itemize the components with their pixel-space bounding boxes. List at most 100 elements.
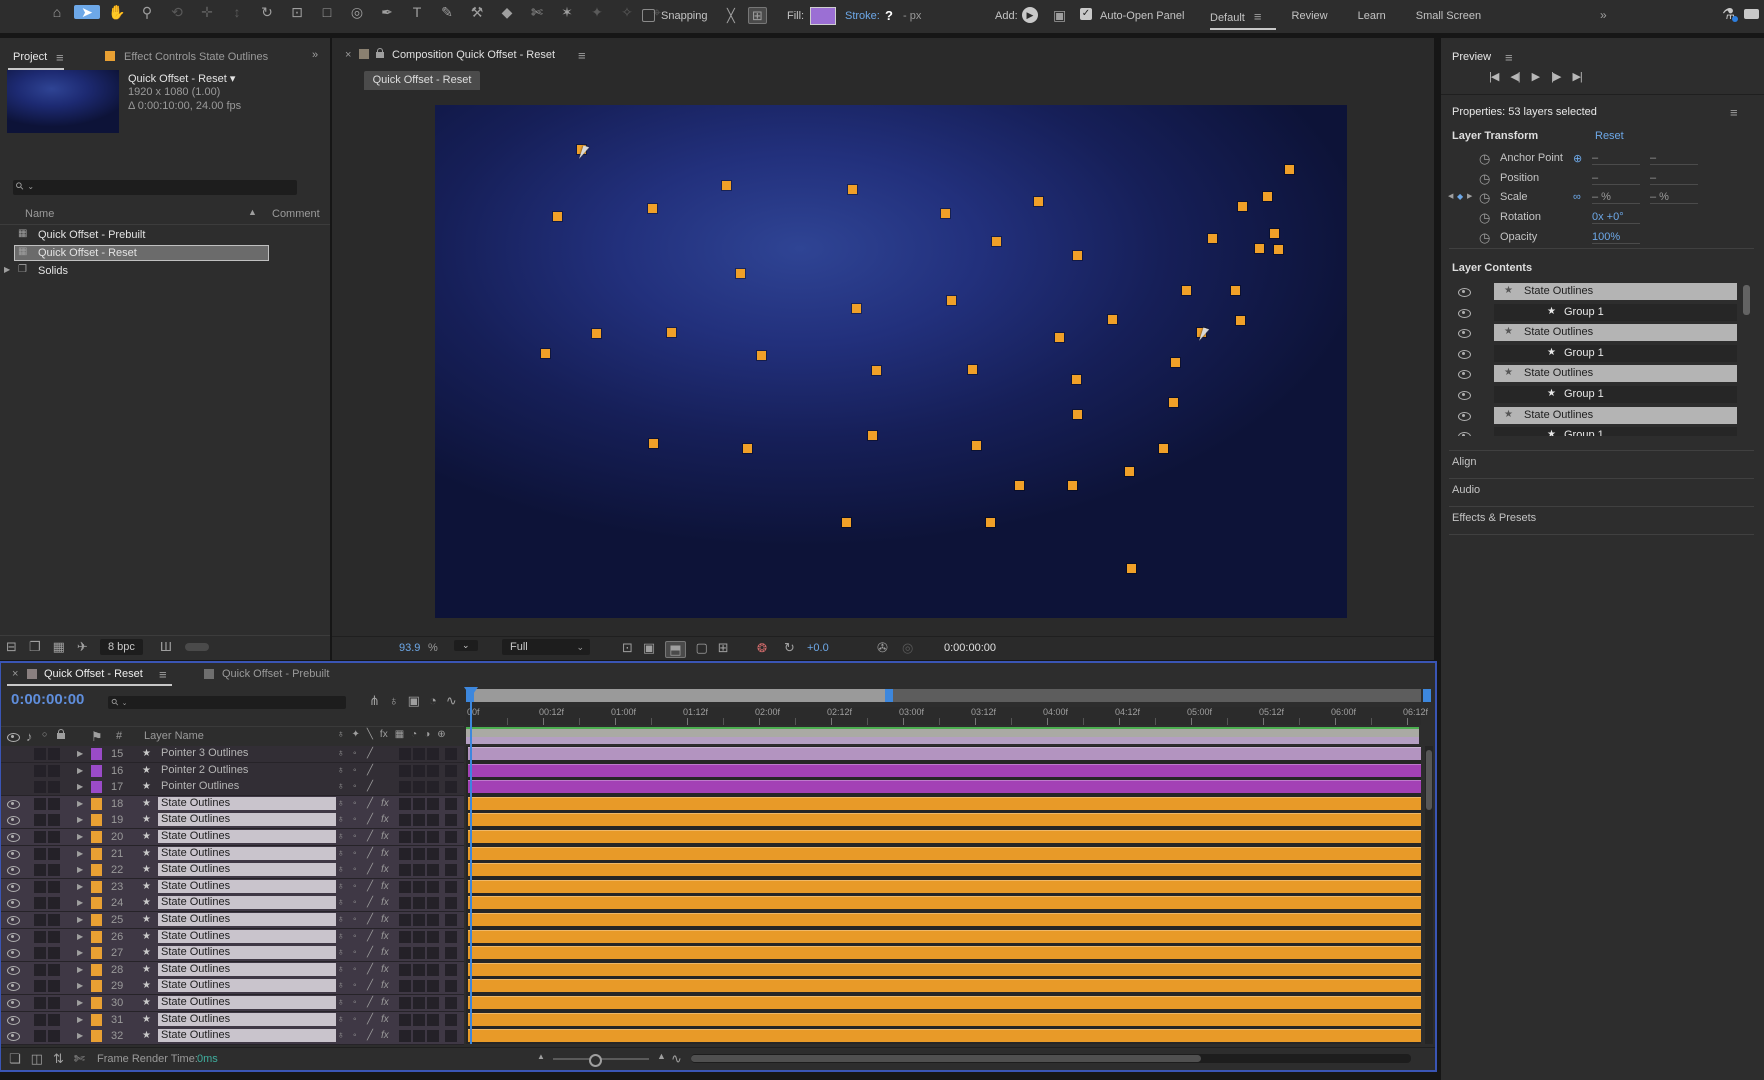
layer-label-swatch[interactable] (91, 1030, 102, 1042)
tool-icon[interactable]: ✧ (614, 5, 640, 19)
time-ruler[interactable]: 00f 00:12f 01:00f 01:12f 02:00f 02:12f 0… (466, 707, 1421, 725)
scatter-square[interactable] (541, 349, 550, 358)
quality-switch[interactable]: ╱ (367, 864, 373, 875)
expand-chevron-icon[interactable]: ▶ (77, 966, 83, 974)
scatter-square[interactable] (968, 365, 977, 374)
snapping-checkbox[interactable] (642, 9, 655, 22)
layer-row[interactable]: ▶ 24 ★ State Outlines ♁ ◦ ╱ fx (1, 895, 464, 912)
fx-switch[interactable]: fx (381, 831, 389, 842)
adjustment-switch-icon[interactable]: ◑ (424, 730, 430, 740)
camera-shy-icon[interactable]: ✄ (74, 1052, 85, 1065)
expand-chevron-icon[interactable]: ▶ (77, 933, 83, 941)
layer-duration-bar[interactable] (468, 830, 1421, 843)
eye-icon[interactable] (7, 883, 20, 892)
preview-title[interactable]: Preview (1452, 51, 1491, 63)
shy-switch[interactable]: ♁ (337, 1030, 345, 1041)
mask-visibility-icon[interactable]: ▢ (696, 641, 708, 658)
motion-blur-switch-icon[interactable]: ◔ (411, 730, 417, 740)
transparency-grid-icon[interactable]: ⬒ (665, 641, 685, 658)
scatter-square[interactable] (1255, 244, 1264, 253)
frame-blending-icon[interactable]: ▣ (408, 694, 420, 707)
scatter-square[interactable] (743, 444, 752, 453)
layer-name[interactable]: State Outlines (158, 996, 336, 1009)
layer-row[interactable]: ▶ 15 ★ Pointer 3 Outlines ♁ ◦ ╱ fx (1, 746, 464, 763)
layer-label-swatch[interactable] (91, 1014, 102, 1026)
layer-row[interactable]: ▶ 31 ★ State Outlines ♁ ◦ ╱ fx (1, 1012, 464, 1029)
always-preview-icon[interactable]: ⊡ (622, 641, 633, 658)
tool-icon[interactable]: ⟲ (164, 5, 190, 19)
collapse-switch[interactable]: ◦ (353, 831, 357, 842)
collapse-switch[interactable]: ◦ (353, 964, 357, 975)
layer-contents-row[interactable]: ★ State Outlines ★ (1458, 407, 1758, 426)
stopwatch-icon[interactable]: ◷ (1479, 191, 1490, 204)
expand-chevron-icon[interactable]: ▶ (77, 916, 83, 924)
collapse-switch[interactable]: ◦ (353, 765, 357, 776)
quality-switch[interactable]: ╱ (367, 947, 373, 958)
preview-menu-icon[interactable]: ≡ (1505, 51, 1513, 64)
layer-row[interactable]: ▶ 25 ★ State Outlines ♁ ◦ ╱ fx (1, 912, 464, 929)
fx-switch[interactable]: fx (381, 848, 389, 859)
layer-label-swatch[interactable] (91, 947, 102, 959)
layer-name[interactable]: State Outlines (158, 813, 336, 826)
tool-icon[interactable]: ➤ (74, 5, 100, 19)
shy-switch[interactable]: ♁ (337, 881, 345, 892)
play-button[interactable]: ▶ (1532, 70, 1539, 83)
fx-switch[interactable]: fx (381, 1014, 389, 1025)
label-column-icon[interactable]: ⚑ (91, 730, 103, 743)
layer-duration-bar[interactable] (468, 747, 1421, 760)
expand-chevron-icon[interactable]: ▶ (77, 1032, 83, 1040)
motion-blur-icon[interactable]: ◔ (429, 694, 437, 707)
next-keyframe-icon[interactable]: ▶ (1467, 193, 1472, 200)
scatter-square[interactable] (872, 366, 881, 375)
scatter-square[interactable] (972, 441, 981, 450)
show-snapshot-icon[interactable]: ◎ (902, 641, 913, 654)
first-frame-button[interactable]: |◀ (1489, 70, 1498, 83)
switches-modes-icon[interactable]: ⇅ (53, 1052, 64, 1065)
lock-column-icon[interactable] (57, 733, 65, 739)
chat-icon[interactable] (1744, 9, 1759, 19)
eye-icon[interactable] (7, 1032, 20, 1041)
transform-label[interactable]: Opacity (1500, 231, 1537, 243)
quality-switch[interactable]: ╱ (367, 897, 373, 908)
layer-name-column[interactable]: Layer Name (144, 730, 204, 742)
layer-label-swatch[interactable] (91, 881, 102, 893)
prev-keyframe-icon[interactable]: ◀ (1448, 193, 1453, 200)
tool-icon[interactable]: ✄ (524, 5, 550, 19)
fx-switch[interactable]: fx (381, 947, 389, 958)
value-field-2[interactable]: – % (1650, 191, 1698, 204)
quality-switch[interactable]: ╱ (367, 964, 373, 975)
work-area-end-handle[interactable] (885, 689, 893, 702)
shy-switch[interactable]: ♁ (337, 980, 345, 991)
panel-overflow-icon[interactable]: » (312, 50, 318, 61)
layer-row[interactable]: ▶ 20 ★ State Outlines ♁ ◦ ╱ fx (1, 829, 464, 846)
tool-icon[interactable]: ✋ (104, 5, 130, 19)
tool-icon[interactable]: ✦ (584, 5, 610, 19)
eye-icon[interactable] (7, 899, 20, 908)
layer-name[interactable]: State Outlines (158, 880, 336, 893)
expand-chevron-icon[interactable]: ▶ (77, 833, 83, 841)
scatter-square[interactable] (992, 237, 1001, 246)
layer-contents-title[interactable]: Layer Contents (1452, 262, 1532, 274)
column-name[interactable]: Name (25, 208, 54, 220)
stopwatch-icon[interactable]: ◷ (1479, 231, 1490, 244)
expand-chevron-icon[interactable]: ▶ (77, 999, 83, 1007)
comp-panel-icon[interactable]: ◫ (31, 1052, 43, 1065)
shy-switch[interactable]: ♁ (337, 964, 345, 975)
fx-switch[interactable]: fx (381, 798, 389, 809)
timeline-timecode[interactable]: 0:00:00:00 (11, 691, 84, 708)
proxy-icon[interactable]: ✈ (77, 640, 88, 653)
auto-open-checkbox[interactable]: ✓ (1080, 8, 1092, 20)
scatter-square[interactable] (848, 185, 857, 194)
tool-icon[interactable]: ⚲ (134, 5, 160, 19)
stopwatch-icon[interactable]: ◷ (1479, 152, 1490, 165)
collapse-switch[interactable]: ◦ (353, 798, 357, 809)
layer-label-swatch[interactable] (91, 748, 102, 760)
bpc-button[interactable]: 8 bpc (100, 639, 143, 655)
layer-name[interactable]: State Outlines (158, 979, 336, 992)
tab-effect-controls[interactable]: Effect Controls State Outlines (124, 51, 268, 63)
layer-contents-row[interactable]: ★ Group 1 ★ Group 1 (1458, 345, 1758, 364)
keyframe-icon[interactable]: ◆ (1457, 192, 1463, 201)
interpret-footage-icon[interactable]: ⊟ (6, 640, 17, 653)
scatter-square[interactable] (1108, 315, 1117, 324)
tool-icon[interactable]: ✶ (554, 5, 580, 19)
